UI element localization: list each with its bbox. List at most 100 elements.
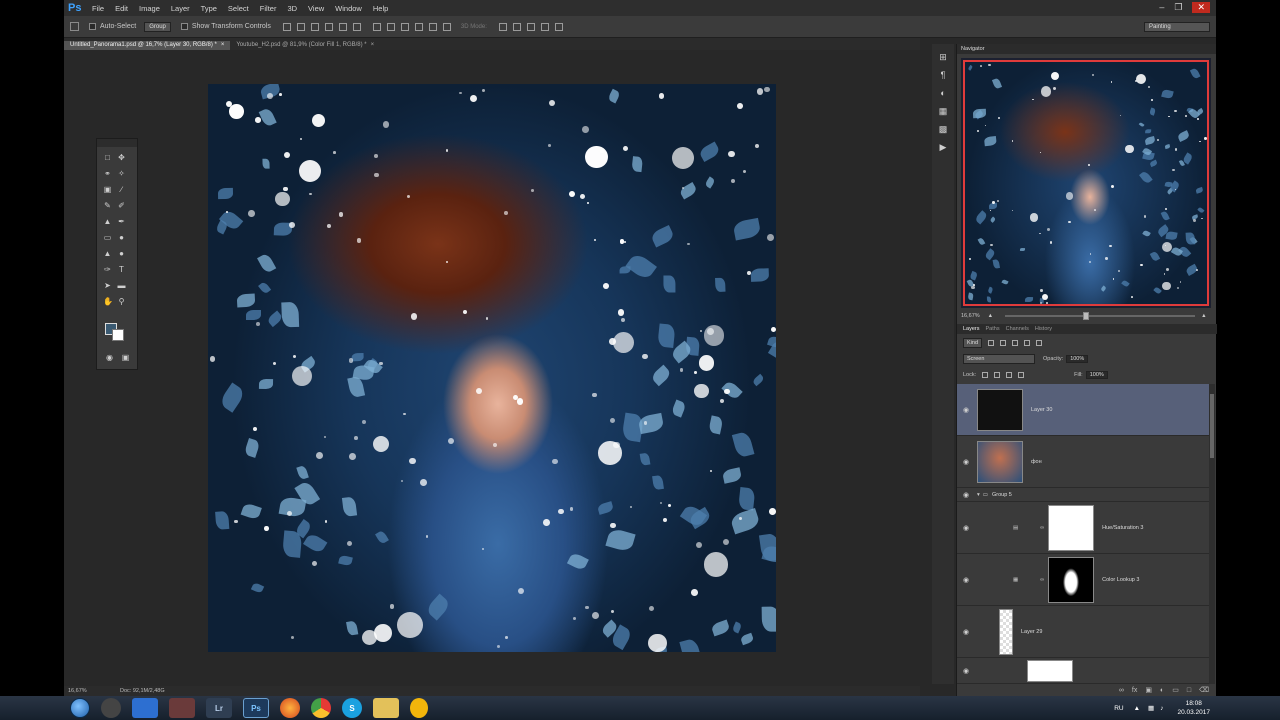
canvas-area[interactable]: □ ✥ ⚭ ✧ ▣ ∕ ✎ ✐ ▲ ✒ ▭ ● ▲ ● ✑ T ➤ ▬ ✋ ⚲: [64, 50, 920, 686]
group-name[interactable]: Group 5: [992, 492, 1012, 498]
distribute-left-icon[interactable]: [414, 22, 423, 31]
paragraph-icon[interactable]: ¶: [938, 70, 948, 80]
people-icon[interactable]: [169, 698, 195, 718]
filter-pixel-icon[interactable]: [988, 340, 995, 346]
group-row[interactable]: ◉ ▾ ▭ Group 5: [957, 488, 1209, 502]
screen-mode-icon[interactable]: ▣: [121, 353, 130, 362]
align-bottom-icon[interactable]: [310, 22, 319, 31]
move-tool-icon[interactable]: [70, 22, 79, 31]
new-layer-icon[interactable]: □: [1187, 687, 1191, 694]
opacity-input[interactable]: 100%: [1066, 355, 1089, 363]
distribute-middle-icon[interactable]: [386, 22, 395, 31]
lightroom-icon[interactable]: Lr: [206, 698, 232, 718]
distribute-center-icon[interactable]: [428, 22, 437, 31]
trash-icon[interactable]: ⌫: [1199, 686, 1209, 694]
document-canvas[interactable]: [208, 84, 776, 652]
layer-name[interactable]: Hue/Saturation 3: [1102, 525, 1143, 531]
eyedropper-icon[interactable]: ∕: [117, 185, 126, 194]
navigator-zoom-slider[interactable]: [1005, 312, 1196, 320]
healing-brush-icon[interactable]: ✎: [103, 201, 112, 210]
paint-bucket-icon[interactable]: ●: [117, 233, 126, 242]
menu-select[interactable]: Select: [228, 4, 249, 13]
zoom-icon[interactable]: ⚲: [117, 297, 126, 306]
group-expand-icon[interactable]: ▾: [977, 492, 980, 498]
skype-icon[interactable]: S: [342, 698, 362, 718]
visibility-eye-icon[interactable]: ◉: [963, 524, 973, 532]
tray-arrow-icon[interactable]: ▲: [1134, 705, 1140, 712]
history-brush-icon[interactable]: ✒: [117, 217, 126, 226]
menu-edit[interactable]: Edit: [115, 4, 128, 13]
fx-icon[interactable]: fx: [1132, 687, 1137, 694]
network-icon[interactable]: ▦: [1148, 704, 1154, 712]
add-mask-icon[interactable]: ▣: [1145, 686, 1152, 694]
menu-type[interactable]: Type: [201, 4, 217, 13]
layer-row[interactable]: ◉ Layer 29: [957, 606, 1209, 658]
marquee-icon[interactable]: □: [103, 153, 112, 162]
lock-position-icon[interactable]: [1006, 372, 1013, 378]
fill-input[interactable]: 100%: [1085, 371, 1108, 379]
crop-icon[interactable]: ▣: [103, 185, 112, 194]
navigator-preview[interactable]: [961, 58, 1211, 308]
photoshop-icon[interactable]: Ps: [243, 698, 269, 718]
lock-transparent-icon[interactable]: [982, 372, 989, 378]
new-adjustment-icon[interactable]: ◐: [1160, 687, 1164, 694]
link-layers-icon[interactable]: ∞: [1119, 687, 1124, 694]
lock-image-icon[interactable]: [994, 372, 1001, 378]
layer-name[interactable]: Layer 30: [1031, 407, 1052, 413]
tab-layers[interactable]: Layers: [963, 326, 980, 332]
visibility-eye-icon[interactable]: ◉: [963, 667, 973, 675]
layer-mask-thumbnail[interactable]: [1048, 556, 1095, 603]
brush-icon[interactable]: ✐: [117, 201, 126, 210]
layer-row[interactable]: ◉ фон: [957, 436, 1209, 488]
filter-smart-icon[interactable]: [1036, 340, 1043, 346]
move-icon[interactable]: ✥: [117, 153, 126, 162]
menu-layer[interactable]: Layer: [171, 4, 190, 13]
swatches-icon[interactable]: ▩: [938, 124, 948, 134]
tab-paths[interactable]: Paths: [986, 326, 1000, 332]
tab-youtube[interactable]: Youtube_H2.psd @ 81,9% (Color Fill 1, RG…: [230, 41, 380, 50]
menu-view[interactable]: View: [308, 4, 324, 13]
navigator-title[interactable]: Navigator: [961, 46, 985, 52]
start-button[interactable]: [70, 698, 90, 718]
dodge-icon[interactable]: ●: [117, 249, 126, 258]
menu-3d[interactable]: 3D: [287, 4, 297, 13]
3d-slide-icon[interactable]: [540, 22, 549, 31]
distribute-bottom-icon[interactable]: [400, 22, 409, 31]
explorer-icon[interactable]: [373, 698, 399, 718]
new-group-icon[interactable]: ▭: [1172, 686, 1179, 694]
3d-scale-icon[interactable]: [554, 22, 563, 31]
menu-filter[interactable]: Filter: [260, 4, 277, 13]
adjustment-layer-row[interactable]: ◉ ▤ ∞ Hue/Saturation 3: [957, 502, 1209, 554]
layer-name[interactable]: Color Lookup 3: [1102, 577, 1139, 583]
language-indicator[interactable]: RU: [1114, 705, 1123, 712]
adjustments-icon[interactable]: ◐: [938, 88, 948, 98]
filter-adjustment-icon[interactable]: [1000, 340, 1007, 346]
transform-controls-checkbox[interactable]: [180, 23, 188, 30]
clock[interactable]: 18:08 20.03.2017: [1177, 699, 1210, 717]
align-right-icon[interactable]: [352, 22, 361, 31]
close-tab-icon[interactable]: ×: [221, 42, 225, 48]
firefox-icon[interactable]: [280, 698, 300, 718]
styles-icon[interactable]: ▦: [938, 106, 948, 116]
slider-thumb[interactable]: [1083, 312, 1090, 320]
align-middle-icon[interactable]: [296, 22, 305, 31]
blend-mode-dropdown[interactable]: Screen: [963, 354, 1035, 364]
distribute-right-icon[interactable]: [442, 22, 451, 31]
auto-select-dropdown[interactable]: Group: [144, 21, 171, 32]
generic-app-icon[interactable]: [410, 698, 428, 718]
minimize-icon[interactable]: –: [1159, 2, 1164, 13]
pen-icon[interactable]: ✑: [103, 265, 112, 274]
eraser-icon[interactable]: ▭: [103, 233, 112, 242]
quick-mask-icon[interactable]: ◉: [105, 353, 114, 362]
adjustment-layer-row[interactable]: ◉ ▦ ∞ Color Lookup 3: [957, 554, 1209, 606]
actions-icon[interactable]: ▶: [938, 142, 948, 152]
type-icon[interactable]: T: [117, 265, 126, 274]
clone-stamp-icon[interactable]: ▲: [103, 217, 112, 226]
zoom-out-icon[interactable]: ▲: [988, 313, 993, 319]
tab-panorama[interactable]: Untitled_Panorama1.psd @ 16,7% (Layer 30…: [64, 41, 231, 50]
layer-row[interactable]: ◉ Layer 30: [957, 384, 1209, 436]
background-color-swatch[interactable]: [112, 329, 124, 341]
3d-pan-icon[interactable]: [526, 22, 535, 31]
layers-scrollbar[interactable]: [1209, 384, 1215, 684]
menu-image[interactable]: Image: [139, 4, 160, 13]
